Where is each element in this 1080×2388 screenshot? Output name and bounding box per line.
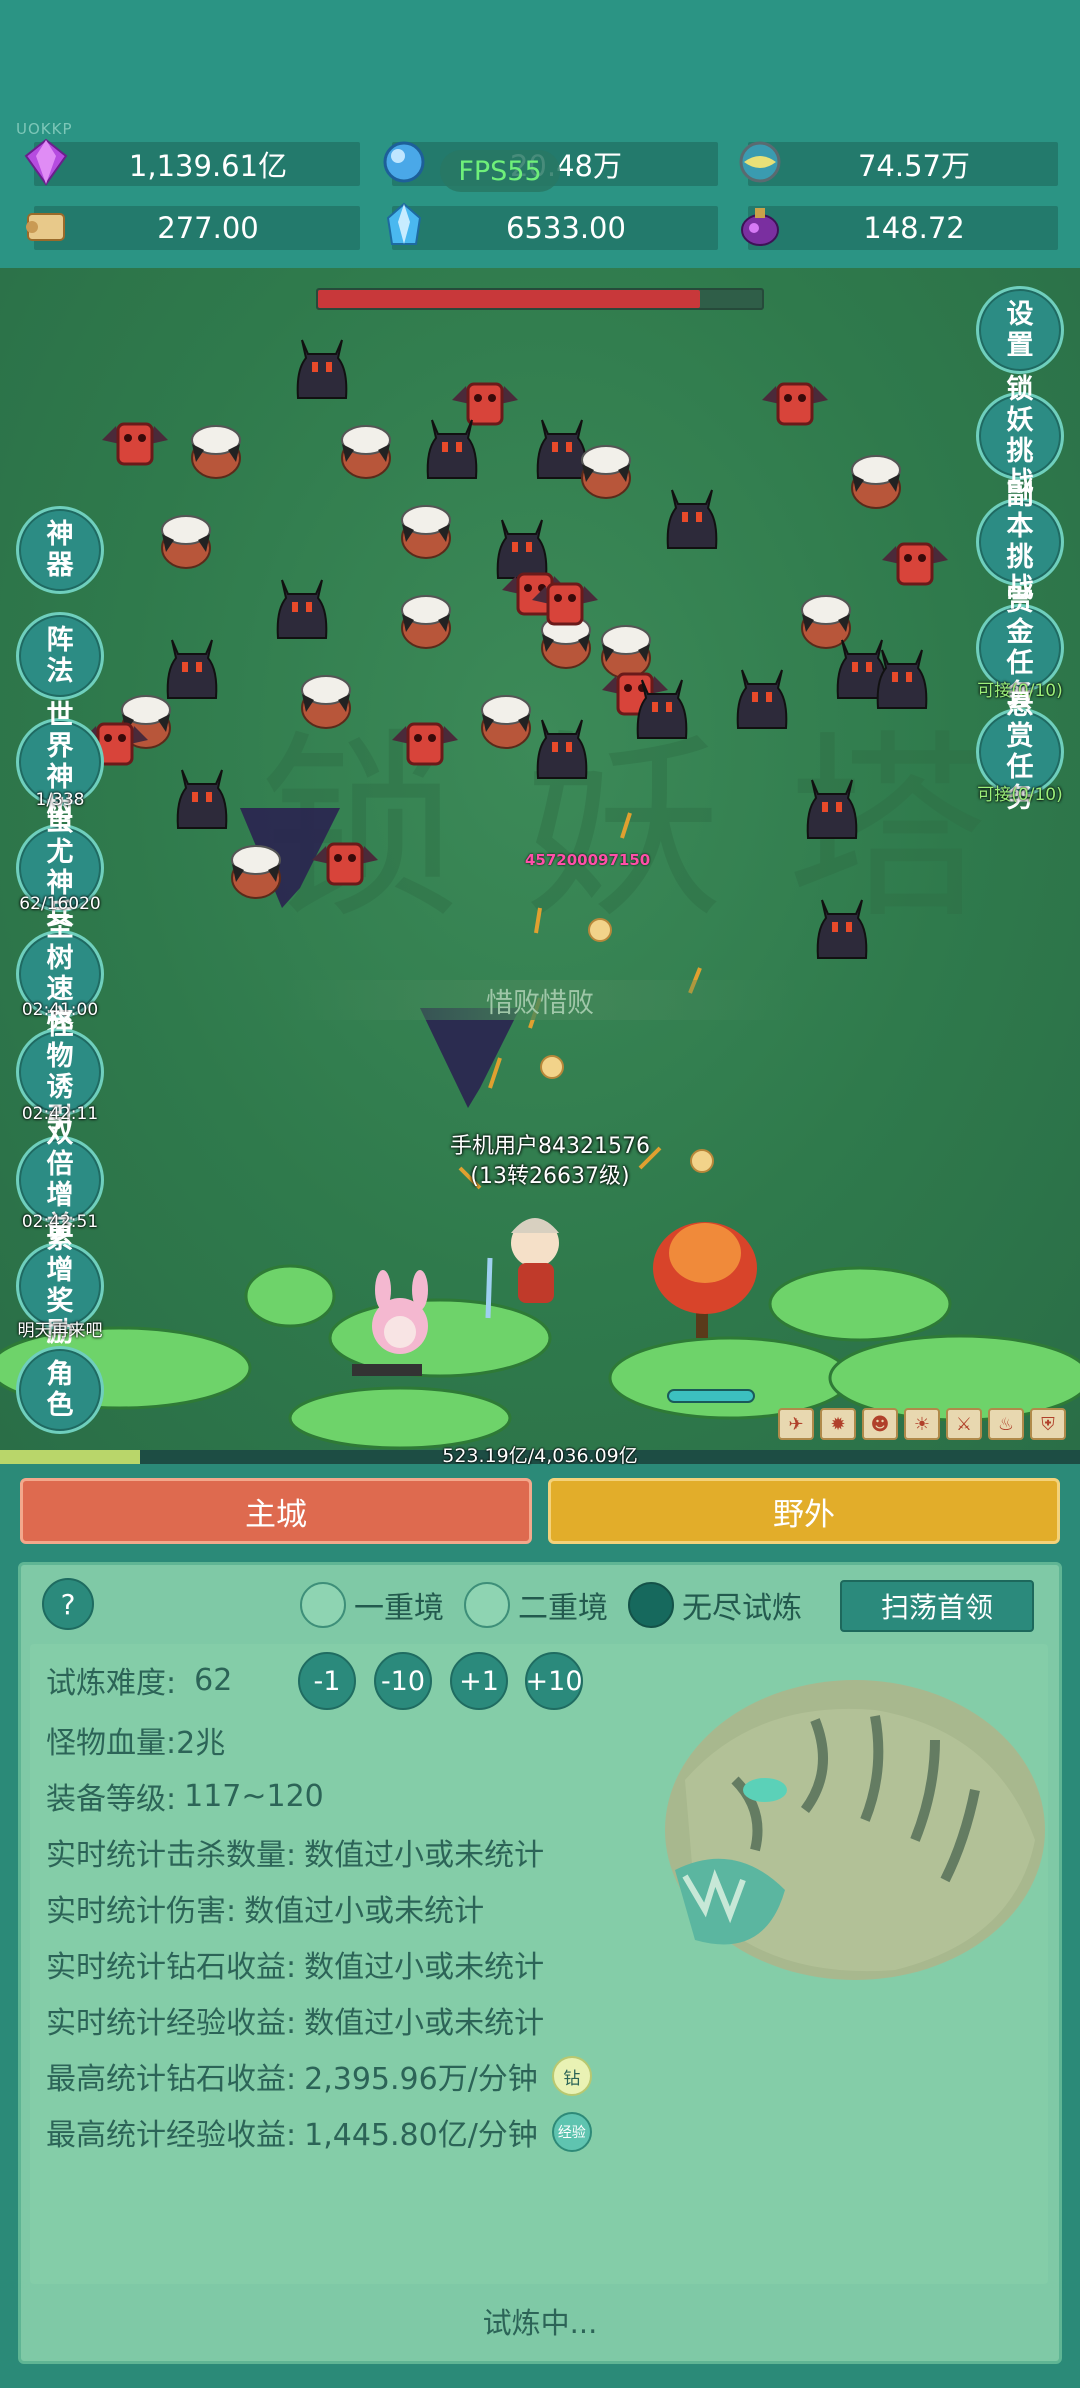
stat-live-damage: 实时统计伤害: 数值过小或未统计 xyxy=(46,1894,485,1929)
globe-orb-icon xyxy=(734,136,786,188)
mode-radio-1[interactable] xyxy=(300,1582,346,1628)
horned-ghost-monster xyxy=(530,710,594,782)
horned-ghost-monster xyxy=(870,640,934,712)
horned-ghost-monster xyxy=(730,660,794,732)
sheep-monster xyxy=(840,450,910,512)
sheep-monster xyxy=(220,840,290,902)
horned-ghost-monster xyxy=(160,630,224,702)
scroll-icon xyxy=(20,200,72,252)
help-button[interactable]: ? xyxy=(42,1578,94,1630)
red-bat-monster xyxy=(760,370,830,434)
boss-hp-bar xyxy=(316,288,764,310)
chiyou-weapon-progress: 62/16020 xyxy=(19,894,101,914)
stat-live-kills: 实时统计击杀数量: 数值过小或未统计 xyxy=(46,1838,545,1873)
resource-diamond: 1,139.61亿 xyxy=(24,138,360,186)
exp-badge-icon: 经验 xyxy=(551,2112,592,2152)
difficulty-plus-10-button[interactable]: +10 xyxy=(525,1652,583,1710)
blue-crystal-icon xyxy=(378,200,430,252)
main-city-tab[interactable]: 主城 xyxy=(20,1478,532,1544)
sheep-monster xyxy=(290,670,360,732)
demon-lock-challenge-button[interactable]: 锁妖挑战 xyxy=(976,374,1064,498)
horned-ghost-monster xyxy=(630,670,694,742)
difficulty-plus-1-button[interactable]: +1 xyxy=(450,1652,508,1710)
horned-ghost-monster xyxy=(170,760,234,832)
horned-ghost-monster xyxy=(270,570,334,642)
difficulty-minus-10-button[interactable]: -10 xyxy=(374,1652,432,1710)
red-bat-monster xyxy=(100,410,170,474)
cumulative-reward-status: 明天再来吧 xyxy=(17,1321,103,1341)
claw-skill-icon[interactable]: ⚔ xyxy=(946,1408,982,1440)
mode-option-2[interactable]: 二重境 xyxy=(464,1582,608,1628)
double-buff-button[interactable]: 双倍增益 xyxy=(16,1118,104,1242)
sheep-monster xyxy=(330,420,400,482)
difficulty-value: 62 xyxy=(194,1662,233,1698)
player-level: (13转26637级) xyxy=(470,1164,630,1189)
difficulty-row: 试炼难度: 62 xyxy=(46,1660,233,1702)
diamond-badge-icon: 钻 xyxy=(551,2056,592,2096)
sheep-monster xyxy=(390,500,460,562)
exp-text: 523.19亿/4,036.09亿 xyxy=(442,1445,638,1467)
wing-skill-icon[interactable]: ✈ xyxy=(778,1408,814,1440)
sheep-monster xyxy=(150,510,220,572)
damage-number: 457200097150 xyxy=(525,851,651,869)
red-bat-monster xyxy=(530,570,600,634)
beast-skill-icon[interactable]: ☻ xyxy=(862,1408,898,1440)
red-bat-monster xyxy=(880,530,950,594)
stat-live-exp: 实时统计经验收益: 数值过小或未统计 xyxy=(46,2006,545,2041)
horned-ghost-monster xyxy=(420,410,484,482)
reward-task-count: 可接(0/10) xyxy=(977,785,1063,805)
stat-max-exp: 最高统计经验收益: 1,445.80亿/分钟 经验 xyxy=(46,2110,592,2154)
boss-hp-fill xyxy=(318,290,700,308)
fps-counter: FPS55 xyxy=(440,150,560,192)
player-nameplate: 手机用户84321576 (13转26637级) xyxy=(420,1132,680,1192)
purple-potion-icon xyxy=(734,200,786,252)
shield-skill-icon[interactable]: ⛨ xyxy=(1030,1408,1066,1440)
horned-ghost-monster xyxy=(660,480,724,552)
purple-gem-icon xyxy=(20,136,72,188)
sweep-boss-button[interactable]: 扫荡首领 xyxy=(840,1580,1034,1632)
red-bat-monster xyxy=(390,710,460,774)
difficulty-label: 试炼难度: xyxy=(46,1666,177,1701)
mode-radio-2[interactable] xyxy=(464,1582,510,1628)
monster-lure-button[interactable]: 怪物诱引 xyxy=(16,1010,104,1134)
stat-live-diamond: 实时统计钻石收益: 数值过小或未统计 xyxy=(46,1950,545,1985)
horned-ghost-monster xyxy=(810,890,874,962)
red-bat-monster xyxy=(310,830,380,894)
resource-blue-crystal: 6533.00 xyxy=(386,202,718,250)
stat-max-diamond: 最高统计钻石收益: 2,395.96万/分钟 钻 xyxy=(46,2054,592,2098)
flame-skill-icon[interactable]: ♨ xyxy=(988,1408,1024,1440)
sheep-monster xyxy=(570,440,640,502)
fire-skill-icon[interactable]: ✹ xyxy=(820,1408,856,1440)
tiger-illustration xyxy=(665,1680,1045,1980)
stat-equipment-level: 装备等级: 117~120 xyxy=(46,1778,324,1818)
lose-banner: 惜败惜败 xyxy=(280,980,800,1020)
resource-scroll: 277.00 xyxy=(26,206,360,250)
wild-tab[interactable]: 野外 xyxy=(548,1478,1060,1544)
stat-monster-hp: 怪物血量: 2兆 xyxy=(46,1726,226,1761)
resource-purple-potion: 148.72 xyxy=(741,206,1058,250)
character-button[interactable]: 角色 xyxy=(16,1346,104,1434)
sheep-monster xyxy=(390,590,460,652)
difficulty-minus-1-button[interactable]: -1 xyxy=(298,1652,356,1710)
sheep-monster xyxy=(180,420,250,482)
player-name: 手机用户84321576 xyxy=(450,1134,650,1159)
resource-globe-orb: 74.57万 xyxy=(739,141,1058,186)
dungeon-challenge-button[interactable]: 副本挑战 xyxy=(976,480,1064,604)
mode-option-endless[interactable]: 无尽试炼 xyxy=(628,1582,802,1628)
mode-radio-endless[interactable] xyxy=(628,1582,674,1628)
skill-bar: ✈ ✹ ☻ ☀ ⚔ ♨ ⛨ xyxy=(778,1408,1066,1440)
blue-orb-icon xyxy=(378,136,430,188)
horned-ghost-monster xyxy=(290,330,354,402)
artifact-button[interactable]: 神器 xyxy=(16,506,104,594)
trial-status: 试炼中... xyxy=(482,2306,598,2340)
mode-option-1[interactable]: 一重境 xyxy=(300,1582,444,1628)
settings-button[interactable]: 设置 xyxy=(976,286,1064,374)
horned-ghost-monster xyxy=(800,770,864,842)
player-character xyxy=(485,1218,559,1319)
formation-button[interactable]: 阵法 xyxy=(16,612,104,700)
sun-skill-icon[interactable]: ☀ xyxy=(904,1408,940,1440)
